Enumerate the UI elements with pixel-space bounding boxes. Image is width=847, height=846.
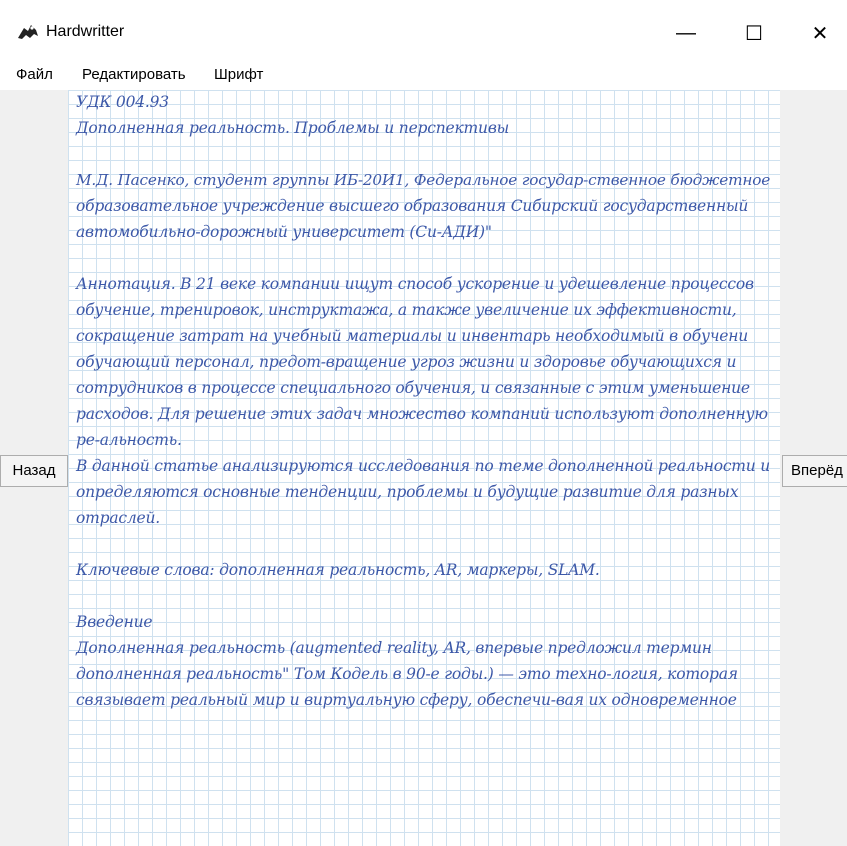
handwritten-page: УДК 004.93 Дополненная реальность. Пробл… bbox=[68, 90, 780, 846]
document-line: В данной статье анализируются исследован… bbox=[76, 457, 771, 475]
document-line: обучение, тренировок, инструктажа, а так… bbox=[76, 301, 737, 319]
window-title: Hardwritter bbox=[46, 23, 125, 40]
maximize-button[interactable]: ☐ bbox=[724, 14, 784, 52]
document-line: ре-альность. bbox=[76, 431, 182, 449]
document-line: М.Д. Пасенко, студент группы ИБ-20И1, Фе… bbox=[76, 171, 771, 189]
document-line: отраслей. bbox=[76, 509, 161, 527]
menu-edit[interactable]: Редактировать bbox=[82, 66, 186, 90]
document-line: связывает реальный мир и виртуальную сфе… bbox=[76, 691, 737, 709]
menu-file[interactable]: Файл bbox=[16, 66, 53, 90]
document-line: расходов. Для решение этих задач множест… bbox=[76, 405, 768, 423]
title-bar: Hardwritter — ☐ ✕ bbox=[0, 0, 847, 66]
maximize-icon: ☐ bbox=[745, 22, 763, 45]
document-line: образовательное учреждение высшего образ… bbox=[76, 197, 749, 215]
app-icon bbox=[18, 25, 38, 39]
document-line: Дополненная реальность (augmented realit… bbox=[76, 639, 712, 657]
document-line: Дополненная реальность. Проблемы и персп… bbox=[76, 119, 510, 137]
document-line: автомобильно-дорожный университет (Си-АД… bbox=[76, 223, 492, 241]
menu-bar: Файл Редактировать Шрифт bbox=[0, 66, 847, 90]
document-line: дополненная реальность" Том Кодель в 90-… bbox=[76, 665, 738, 683]
document-line: Аннотация. В 21 веке компании ищут спосо… bbox=[76, 275, 754, 293]
document-line: сокращение затрат на учебный материалы и… bbox=[76, 327, 749, 345]
document-line: Ключевые слова: дополненная реальность, … bbox=[76, 561, 600, 579]
document-line: обучающий персонал, предот-вращение угро… bbox=[76, 353, 737, 371]
minimize-icon: — bbox=[676, 21, 696, 44]
forward-button[interactable]: Вперёд bbox=[782, 455, 847, 487]
document-line: Введение bbox=[76, 613, 153, 631]
close-button[interactable]: ✕ bbox=[790, 14, 847, 52]
document-line: определяются основные тенденции, проблем… bbox=[76, 483, 739, 501]
minimize-button[interactable]: — bbox=[656, 14, 716, 52]
document-line: УДК 004.93 bbox=[76, 93, 169, 111]
close-icon: ✕ bbox=[811, 22, 829, 45]
menu-font[interactable]: Шрифт bbox=[214, 66, 263, 90]
back-button[interactable]: Назад bbox=[0, 455, 68, 487]
document-line: сотрудников в процессе специального обуч… bbox=[76, 379, 750, 397]
